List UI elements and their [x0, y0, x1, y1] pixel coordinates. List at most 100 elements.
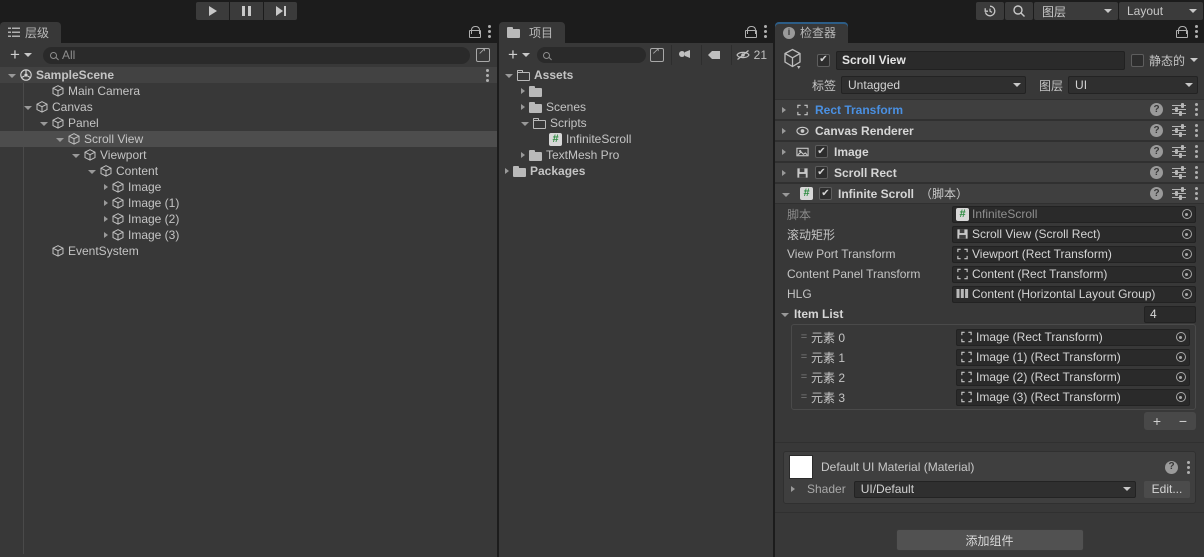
project-item-unnamed[interactable]: [499, 83, 773, 99]
hierarchy-item-image-3-[interactable]: Image (3): [0, 227, 497, 243]
hierarchy-item-content[interactable]: Content: [0, 163, 497, 179]
static-checkbox[interactable]: [1130, 53, 1144, 67]
pause-button[interactable]: [230, 2, 263, 20]
help-icon[interactable]: ?: [1150, 145, 1163, 158]
hierarchy-item-image-2-[interactable]: Image (2): [0, 211, 497, 227]
play-button[interactable]: [196, 2, 229, 20]
project-item-scenes[interactable]: Scenes: [499, 99, 773, 115]
help-icon[interactable]: ?: [1150, 187, 1163, 200]
chevron-down-icon[interactable]: [8, 74, 16, 78]
component-header-infinite-scroll[interactable]: # Infinite Scroll（脚本）?: [775, 183, 1204, 204]
hierarchy-search-input[interactable]: All: [42, 46, 470, 64]
hierarchy-item-image-1-[interactable]: Image (1): [0, 195, 497, 211]
chevron-down-icon[interactable]: [782, 192, 790, 197]
hierarchy-item-canvas[interactable]: Canvas: [0, 99, 497, 115]
chevron-right-icon[interactable]: [782, 127, 786, 134]
preset-icon[interactable]: [1172, 165, 1186, 179]
inspector-menu-icon[interactable]: [1195, 25, 1198, 38]
array-element-object-field[interactable]: Image (1) (Rect Transform): [956, 348, 1190, 366]
project-item-scripts[interactable]: Scripts: [499, 115, 773, 131]
hierarchy-item-samplescene[interactable]: SampleScene: [0, 67, 497, 83]
edit-shader-button[interactable]: Edit...: [1144, 480, 1190, 498]
tab-hierarchy[interactable]: 层级: [0, 22, 62, 43]
chevron-down-icon[interactable]: [88, 170, 96, 174]
object-picker-button[interactable]: [1178, 247, 1195, 262]
chevron-down-icon[interactable]: [72, 154, 80, 158]
chevron-down-icon[interactable]: [505, 74, 513, 78]
hierarchy-tree[interactable]: SampleScene Main Camera Canvas Panel Scroll …: [0, 67, 497, 554]
object-active-checkbox[interactable]: [817, 53, 830, 67]
help-icon[interactable]: ?: [1150, 124, 1163, 137]
object-picker-button[interactable]: [1178, 207, 1195, 222]
help-icon[interactable]: ?: [1165, 460, 1178, 474]
rect-transform-menu-icon[interactable]: [1195, 103, 1198, 116]
chevron-right-icon[interactable]: [104, 200, 108, 206]
lock-icon[interactable]: [1176, 25, 1188, 38]
layer-dropdown[interactable]: UI: [1068, 76, 1198, 94]
object-picker-button[interactable]: [1172, 370, 1189, 385]
canvas-renderer-menu-icon[interactable]: [1195, 124, 1198, 137]
chevron-down-icon[interactable]: [521, 122, 529, 126]
project-item-packages[interactable]: Packages: [499, 163, 773, 179]
component-header-scroll-rect[interactable]: Scroll Rect?: [775, 162, 1204, 183]
chevron-right-icon[interactable]: [104, 216, 108, 222]
chevron-right-icon[interactable]: [782, 106, 786, 113]
array-element-row-1[interactable]: = 元素 1 Image (1) (Rect Transform): [795, 347, 1192, 367]
scene-menu-icon[interactable]: [486, 68, 489, 82]
add-element-button[interactable]: +: [1144, 412, 1170, 430]
hierarchy-menu-icon[interactable]: [488, 25, 491, 38]
chevron-right-icon[interactable]: [505, 168, 509, 174]
hierarchy-item-panel[interactable]: Panel: [0, 115, 497, 131]
layers-dropdown[interactable]: 图层: [1034, 2, 1118, 20]
object-name-field[interactable]: Scroll View: [836, 50, 1125, 70]
array-element-object-field[interactable]: Image (3) (Rect Transform): [956, 388, 1190, 406]
tab-inspector[interactable]: i 检查器: [775, 22, 849, 43]
add-component-button[interactable]: 添加组件: [895, 529, 1084, 551]
tag-dropdown[interactable]: Untagged: [841, 76, 1027, 94]
image-menu-icon[interactable]: [1195, 145, 1198, 158]
drag-handle-icon[interactable]: =: [797, 331, 811, 343]
object-picker-button[interactable]: [1172, 350, 1189, 365]
chevron-right-icon[interactable]: [521, 104, 525, 110]
help-icon[interactable]: ?: [1150, 166, 1163, 179]
preset-icon[interactable]: [1172, 186, 1186, 200]
object-field-滚动矩形[interactable]: Scroll View (Scroll Rect): [952, 225, 1196, 243]
labels-button[interactable]: [700, 45, 727, 65]
component-enabled-checkbox[interactable]: [819, 187, 832, 200]
hierarchy-item-main-camera[interactable]: Main Camera: [0, 83, 497, 99]
chevron-down-icon[interactable]: [24, 106, 32, 110]
search-button[interactable]: [1005, 2, 1033, 20]
chevron-right-icon[interactable]: [104, 232, 108, 238]
chevron-right-icon[interactable]: [104, 184, 108, 190]
material-foldout-icon[interactable]: [791, 486, 795, 492]
array-element-row-0[interactable]: = 元素 0 Image (Rect Transform): [795, 327, 1192, 347]
item-list-size-field[interactable]: 4: [1144, 305, 1196, 323]
chevron-down-icon[interactable]: [40, 122, 48, 126]
project-item-textmesh-pro[interactable]: TextMesh Pro: [499, 147, 773, 163]
popout-icon[interactable]: [649, 46, 664, 62]
project-menu-icon[interactable]: [764, 25, 767, 38]
chevron-right-icon[interactable]: [521, 152, 525, 158]
remove-element-button[interactable]: −: [1170, 412, 1196, 430]
chevron-down-icon[interactable]: [1190, 58, 1198, 62]
object-field-hlg[interactable]: Content (Horizontal Layout Group): [952, 285, 1196, 303]
object-field-view-port-transform[interactable]: Viewport (Rect Transform): [952, 245, 1196, 263]
component-enabled-checkbox[interactable]: [815, 166, 828, 179]
project-item-infinitescroll[interactable]: # InfiniteScroll: [499, 131, 773, 147]
hierarchy-item-scroll-view[interactable]: Scroll View: [0, 131, 497, 147]
chevron-right-icon[interactable]: [782, 169, 786, 176]
hierarchy-item-eventsystem[interactable]: EventSystem: [0, 243, 497, 259]
object-picker-button[interactable]: [1172, 330, 1189, 345]
array-element-row-3[interactable]: = 元素 3 Image (3) (Rect Transform): [795, 387, 1192, 407]
hierarchy-add-button[interactable]: +: [7, 46, 35, 63]
shader-dropdown[interactable]: UI/Default: [853, 480, 1136, 498]
hidden-items-indicator[interactable]: 21: [730, 45, 773, 65]
drag-handle-icon[interactable]: =: [797, 391, 811, 403]
help-icon[interactable]: ?: [1150, 103, 1163, 116]
preset-icon[interactable]: [1172, 144, 1186, 158]
layout-dropdown[interactable]: Layout: [1119, 2, 1203, 20]
step-button[interactable]: [264, 2, 297, 20]
drag-handle-icon[interactable]: =: [797, 351, 811, 363]
object-picker-button[interactable]: [1178, 267, 1195, 282]
static-toggle[interactable]: 静态的: [1130, 52, 1198, 69]
